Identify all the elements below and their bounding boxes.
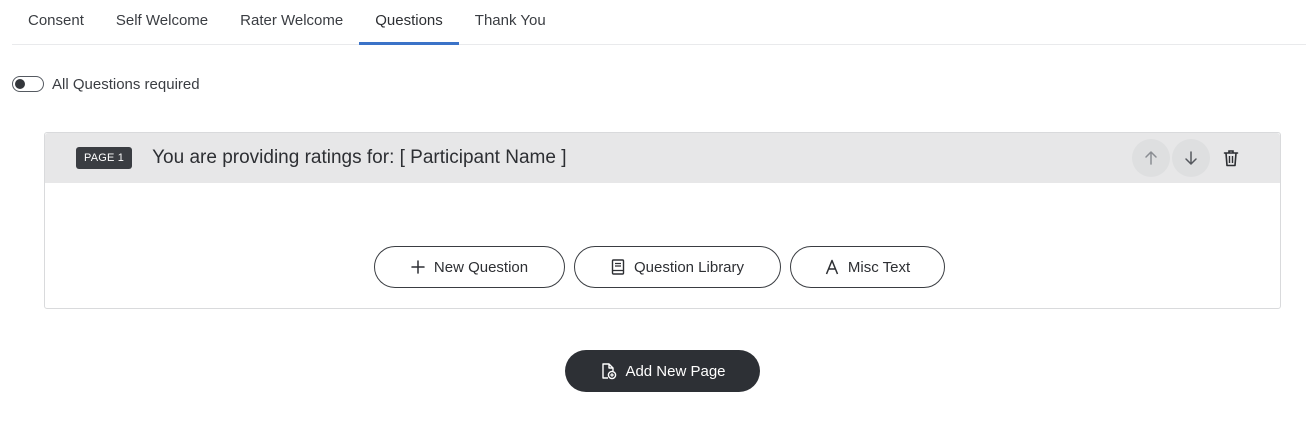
new-question-label: New Question: [433, 258, 529, 276]
delete-page-button[interactable]: [1212, 139, 1250, 177]
question-library-label: Question Library: [633, 258, 745, 276]
text-icon: [825, 259, 839, 275]
tab-self-welcome[interactable]: Self Welcome: [100, 0, 224, 45]
add-new-page-button[interactable]: Add New Page: [565, 350, 760, 392]
question-library-button[interactable]: Question Library: [574, 246, 781, 288]
page-button-row: New Question Question Library Misc Text: [374, 246, 954, 288]
book-icon: [611, 259, 625, 275]
page-title[interactable]: You are providing ratings for: [ Partici…: [152, 147, 566, 169]
misc-text-label: Misc Text: [847, 258, 911, 276]
arrow-down-icon: [1185, 151, 1197, 165]
tab-rater-welcome[interactable]: Rater Welcome: [224, 0, 359, 45]
toggle-knob: [15, 79, 25, 89]
all-questions-required-label: All Questions required: [52, 75, 200, 93]
tab-bar: Consent Self Welcome Rater Welcome Quest…: [12, 0, 1306, 45]
move-page-down-button[interactable]: [1172, 139, 1210, 177]
page-actions: [1130, 139, 1250, 177]
move-page-up-button[interactable]: [1132, 139, 1170, 177]
add-new-page-label: Add New Page: [625, 362, 726, 380]
tab-thank-you[interactable]: Thank You: [459, 0, 562, 45]
tab-questions[interactable]: Questions: [359, 0, 459, 45]
all-questions-required-toggle[interactable]: [12, 76, 44, 92]
trash-icon: [1223, 150, 1239, 167]
new-question-button[interactable]: New Question: [374, 246, 565, 288]
plus-icon: [411, 260, 425, 274]
tab-consent[interactable]: Consent: [12, 0, 100, 45]
page-header: PAGE 1 You are providing ratings for: [ …: [45, 133, 1280, 183]
misc-text-button[interactable]: Misc Text: [790, 246, 945, 288]
page-card: PAGE 1 You are providing ratings for: [ …: [44, 132, 1281, 309]
page-badge: PAGE 1: [76, 147, 133, 169]
arrow-up-icon: [1145, 151, 1157, 165]
all-questions-required-row: All Questions required: [12, 73, 200, 95]
add-page-icon: [602, 363, 617, 380]
